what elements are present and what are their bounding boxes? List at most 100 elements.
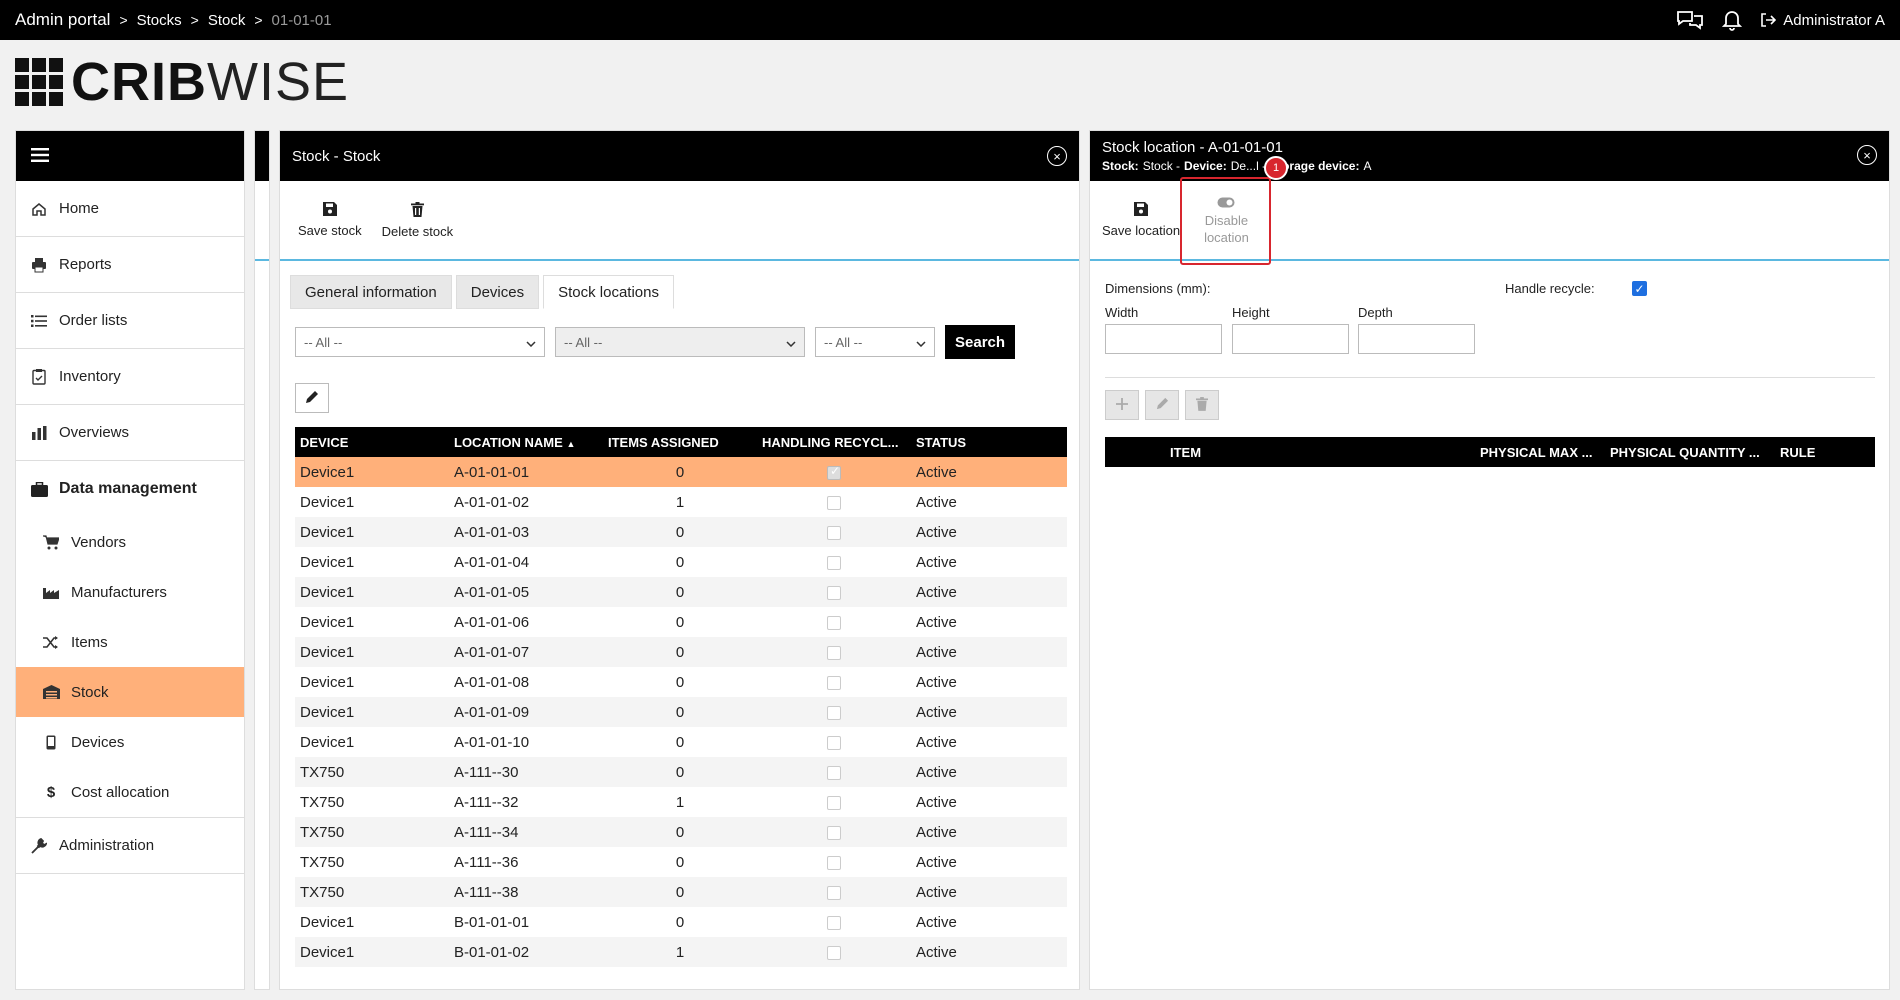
table-row[interactable]: Device1 A-01-01-02 1 Active — [295, 487, 1067, 517]
tab-general-information[interactable]: General information — [290, 275, 452, 309]
sidebar-item-inventory[interactable]: Inventory — [16, 349, 244, 405]
divider — [1105, 377, 1875, 378]
sidebar-item-data-management[interactable]: Data management — [16, 461, 244, 517]
recycle-checkbox — [827, 585, 841, 600]
table-row[interactable]: Device1 B-01-01-01 0 Active — [295, 907, 1067, 937]
bell-icon[interactable] — [1722, 9, 1743, 31]
cell-items-assigned: 0 — [675, 673, 685, 691]
column-items-assigned[interactable]: ITEMS ASSIGNED — [603, 427, 757, 457]
cell-items-assigned: 0 — [603, 817, 757, 847]
sidebar-sub-items[interactable]: Items — [16, 617, 244, 667]
location-panel-header: Stock location - A-01-01-01 Stock: Stock… — [1090, 131, 1889, 181]
recycle-checkbox — [827, 555, 841, 570]
status-filter-select[interactable]: -- All -- — [815, 327, 935, 357]
close-icon[interactable]: × — [1047, 146, 1067, 166]
column-status[interactable]: STATUS — [911, 427, 1067, 457]
table-row[interactable]: Device1 A-01-01-03 0 Active — [295, 517, 1067, 547]
table-row[interactable]: Device1 B-01-01-02 1 Active — [295, 937, 1067, 967]
sidebar-item-administration[interactable]: Administration — [16, 818, 244, 874]
breadcrumb-stocks[interactable]: Stocks — [137, 12, 182, 29]
delete-item-button[interactable] — [1185, 390, 1219, 420]
sidebar-item-reports[interactable]: Reports — [16, 237, 244, 293]
sidebar-item-label: Home — [59, 200, 100, 217]
chevron-down-icon — [786, 335, 796, 350]
sidebar-sub-stock[interactable]: Stock — [16, 667, 244, 717]
table-row[interactable]: Device1 A-01-01-06 0 Active — [295, 607, 1067, 637]
highlight-box — [1180, 177, 1271, 265]
save-stock-button[interactable]: Save stock — [290, 198, 370, 242]
cell-device: Device1 — [295, 457, 449, 487]
cell-device: Device1 — [295, 637, 449, 667]
cell-handling-recycle — [757, 697, 911, 727]
cell-location-name: A-111--32 — [454, 793, 519, 811]
hamburger-icon[interactable] — [31, 147, 49, 165]
cell-handling-recycle — [757, 637, 911, 667]
depth-input[interactable] — [1358, 324, 1475, 354]
table-row[interactable]: TX750 A-111--36 0 Active — [295, 847, 1067, 877]
logo-text-bold: CRIB — [71, 52, 207, 112]
user-menu[interactable]: Administrator A — [1760, 12, 1885, 29]
table-row[interactable]: TX750 A-111--30 0 Active — [295, 757, 1067, 787]
save-location-button[interactable]: Save location — [1100, 198, 1182, 242]
table-row[interactable]: Device1A-01-01-010 Active — [295, 457, 1067, 487]
sidebar-sub-cost-allocation[interactable]: $ Cost allocation — [16, 767, 244, 817]
column-handling-recycle[interactable]: HANDLING RECYCL... — [757, 427, 911, 457]
sidebar-item-order-lists[interactable]: Order lists — [16, 293, 244, 349]
height-input[interactable] — [1232, 324, 1349, 354]
cell-device: Device1 — [300, 613, 355, 631]
breadcrumb-separator: > — [254, 12, 263, 28]
table-header-row: DEVICE LOCATION NAME ▲ ITEMS ASSIGNED HA… — [295, 427, 1067, 457]
tab-stock-locations[interactable]: Stock locations — [543, 275, 674, 309]
edit-button[interactable] — [295, 383, 329, 413]
cell-location-name: A-111--38 — [449, 877, 603, 907]
width-input[interactable] — [1105, 324, 1222, 354]
column-device[interactable]: DEVICE — [295, 427, 449, 457]
save-icon — [322, 202, 337, 219]
sidebar-item-overviews[interactable]: Overviews — [16, 405, 244, 461]
cell-device: Device1 — [300, 553, 355, 571]
table-row[interactable]: Device1 A-01-01-08 0 Active — [295, 667, 1067, 697]
sidebar-item-label: Inventory — [59, 368, 121, 385]
chat-icon[interactable] — [1676, 9, 1704, 31]
sidebar-sub-devices[interactable]: Devices — [16, 717, 244, 767]
sidebar-sub-manufacturers[interactable]: Manufacturers — [16, 567, 244, 617]
edit-item-button[interactable] — [1145, 390, 1179, 420]
sidebar-sub-label: Stock — [71, 683, 109, 701]
table-row[interactable]: TX750 A-111--32 1 Active — [295, 787, 1067, 817]
tab-devices[interactable]: Devices — [455, 275, 540, 309]
recycle-checkbox — [827, 495, 841, 510]
column-physical-max[interactable]: PHYSICAL MAX ... — [1480, 445, 1592, 460]
table-row[interactable]: Device1 A-01-01-09 0 Active — [295, 697, 1067, 727]
location-filter-select[interactable]: -- All -- — [555, 327, 805, 357]
breadcrumb-admin-portal[interactable]: Admin portal — [15, 10, 110, 30]
column-rule[interactable]: RULE — [1780, 445, 1815, 460]
search-button[interactable]: Search — [945, 325, 1016, 359]
table-row[interactable]: Device1 A-01-01-10 0 Active — [295, 727, 1067, 757]
clipboard-icon — [30, 368, 48, 385]
column-location-name[interactable]: LOCATION NAME ▲ — [449, 427, 603, 457]
table-row[interactable]: Device1 A-01-01-05 0 Active — [295, 577, 1067, 607]
cell-items-assigned: 0 — [675, 733, 685, 751]
add-button[interactable] — [1105, 390, 1139, 420]
table-row[interactable]: Device1 A-01-01-04 0 Active — [295, 547, 1067, 577]
table-row[interactable]: TX750 A-111--38 0 Active — [295, 877, 1067, 907]
column-item[interactable]: ITEM — [1170, 445, 1201, 460]
recycle-checkbox — [827, 795, 841, 810]
chevron-down-icon — [916, 335, 926, 350]
delete-stock-button[interactable]: Delete stock — [374, 198, 462, 243]
table-row[interactable]: TX750 A-111--34 0 Active — [295, 817, 1067, 847]
cell-location-name: A-01-01-02 — [454, 493, 530, 511]
table-row[interactable]: Device1 A-01-01-07 0 Active — [295, 637, 1067, 667]
cell-location-name: A-01-01-01 — [449, 457, 603, 487]
handle-recycle-checkbox[interactable]: ✓ — [1632, 281, 1647, 296]
collapsed-panel[interactable] — [254, 130, 270, 990]
breadcrumb-stock[interactable]: Stock — [208, 12, 246, 29]
close-icon[interactable]: × — [1857, 145, 1877, 165]
device-filter-select[interactable]: -- All -- — [295, 327, 545, 357]
cell-items-assigned: 0 — [675, 613, 685, 631]
column-physical-quantity[interactable]: PHYSICAL QUANTITY ... — [1610, 445, 1760, 460]
sidebar-sub-vendors[interactable]: Vendors — [16, 517, 244, 567]
sidebar-item-home[interactable]: Home — [16, 181, 244, 237]
cell-device: TX750 — [295, 817, 449, 847]
cell-handling-recycle — [757, 577, 911, 607]
